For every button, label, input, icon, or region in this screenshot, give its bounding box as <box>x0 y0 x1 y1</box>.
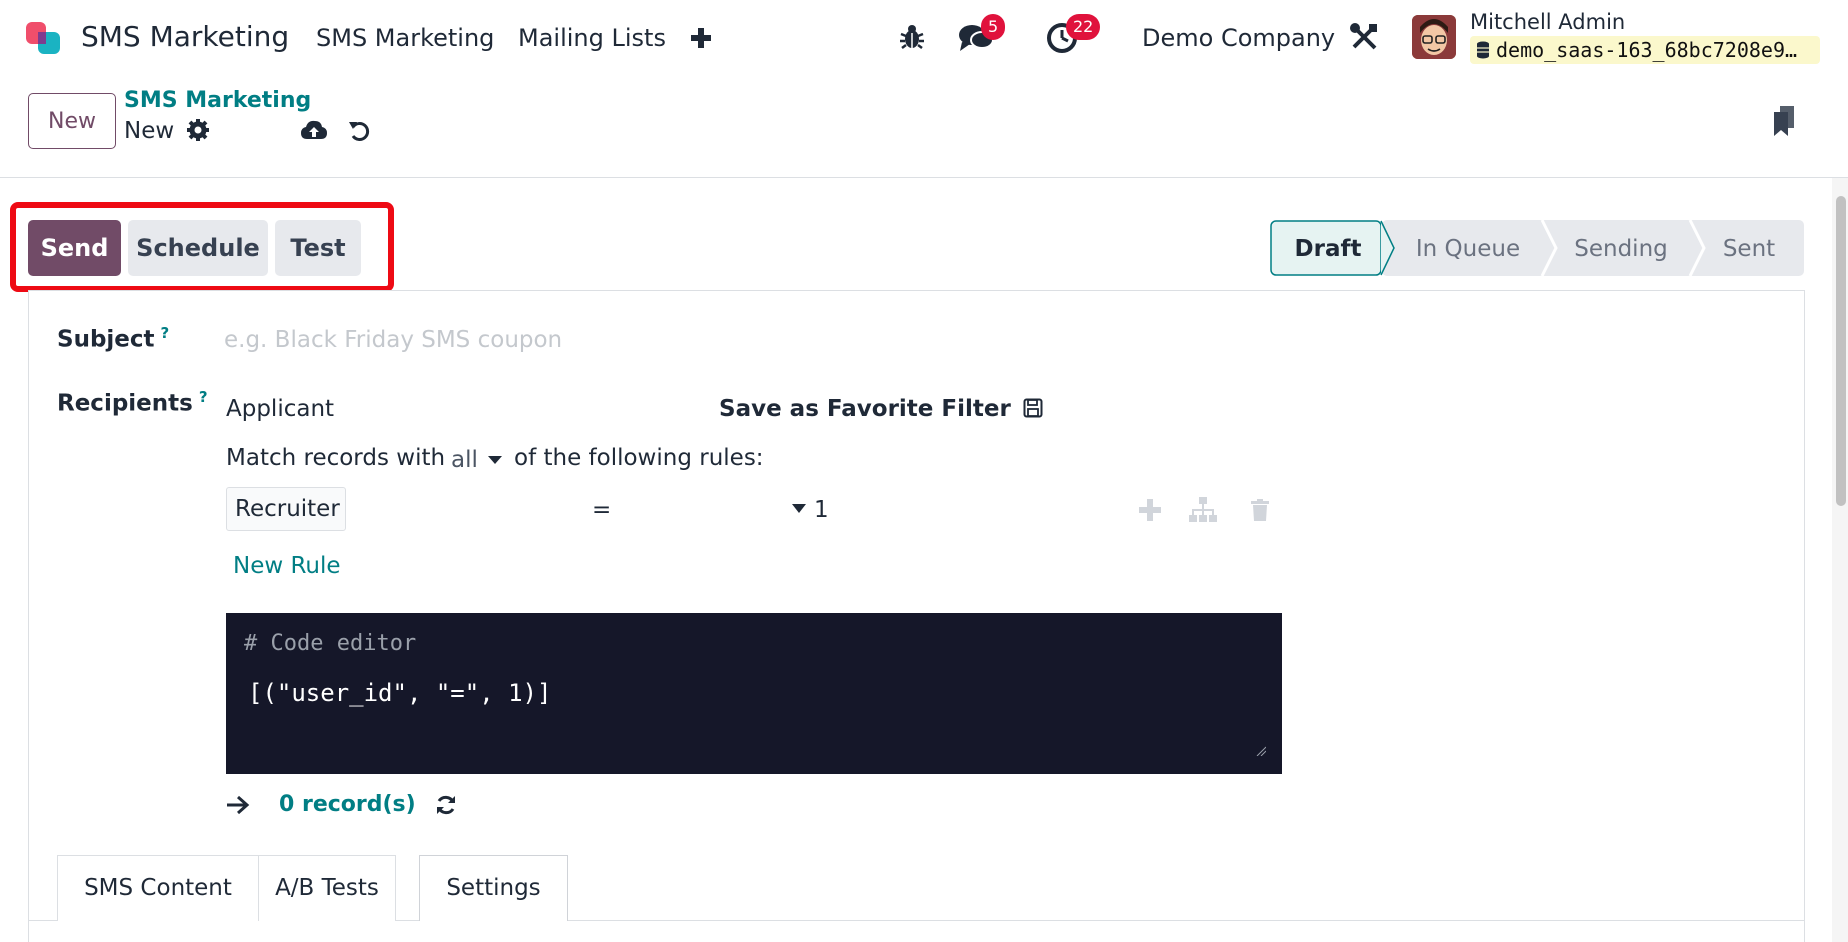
schedule-button[interactable]: Schedule <box>128 220 268 276</box>
control-panel: New SMS Marketing New <box>0 76 1848 178</box>
floppy-disk-icon <box>1023 398 1043 418</box>
arrow-right-icon <box>227 795 250 815</box>
save-favorite-filter[interactable]: Save as Favorite Filter <box>719 396 1043 422</box>
caret-down-icon <box>488 456 503 464</box>
send-button[interactable]: Send <box>28 220 121 276</box>
menu-sms-marketing[interactable]: SMS Marketing <box>316 24 494 52</box>
save-cloud-icon[interactable] <box>300 119 328 143</box>
add-branch-sitemap-icon[interactable] <box>1188 496 1218 524</box>
discard-undo-icon[interactable] <box>348 119 372 143</box>
recipients-label: Recipients? <box>57 388 208 417</box>
match-mode-select[interactable]: all <box>451 447 503 473</box>
activities-badge: 22 <box>1066 14 1101 40</box>
save-favorite-filter-label: Save as Favorite Filter <box>719 396 1011 422</box>
recipients-label-text: Recipients <box>57 390 193 417</box>
match-records-suffix: of the following rules: <box>514 445 764 471</box>
user-avatar[interactable] <box>1412 15 1456 59</box>
add-rule-plus-icon[interactable] <box>1138 498 1162 522</box>
rule-operator[interactable]: = <box>592 497 611 523</box>
subject-input[interactable] <box>224 324 1024 356</box>
stage-in-queue[interactable]: In Queue <box>1416 236 1520 262</box>
status-bar: Draft In Queue Sending Sent <box>1270 220 1804 276</box>
breadcrumb-current-record: New <box>124 118 210 144</box>
database-icon <box>1477 41 1489 59</box>
messages-badge: 5 <box>981 14 1006 40</box>
database-indicator: demo_saas-163_68bc7208e9… <box>1470 36 1820 64</box>
rule-field-recruiter[interactable]: Recruiter <box>226 487 346 531</box>
code-editor-content[interactable]: [("user_id", "=", 1)] <box>248 679 551 707</box>
user-avatar-image <box>1412 15 1456 59</box>
breadcrumb-sms-marketing[interactable]: SMS Marketing <box>124 88 311 113</box>
debug-icon[interactable] <box>898 22 926 52</box>
tab-sms-content[interactable]: SMS Content <box>57 855 259 921</box>
match-mode-value: all <box>451 447 478 473</box>
code-editor[interactable]: # Code editor [("user_id", "=", 1)] <box>226 613 1282 774</box>
stage-sending[interactable]: Sending <box>1574 236 1668 262</box>
database-name: demo_saas-163_68bc7208e9… <box>1496 38 1798 62</box>
match-records-prefix: Match records with <box>226 445 446 471</box>
plus-icon[interactable] <box>686 18 716 56</box>
code-editor-comment: # Code editor <box>244 631 417 656</box>
tab-settings[interactable]: Settings <box>419 855 568 921</box>
rule-value[interactable]: 1 <box>814 497 829 523</box>
company-switcher[interactable]: Demo Company <box>1142 24 1335 52</box>
recipients-help-tooltip[interactable]: ? <box>199 388 208 406</box>
recipients-model[interactable]: Applicant <box>226 396 334 422</box>
resize-handle-icon[interactable] <box>1256 746 1266 756</box>
settings-tools-icon[interactable] <box>1349 22 1379 52</box>
new-record-button[interactable]: New <box>28 93 116 149</box>
gear-icon[interactable] <box>187 119 210 141</box>
user-name[interactable]: Mitchell Admin <box>1470 10 1625 34</box>
subject-help-tooltip[interactable]: ? <box>161 324 170 342</box>
test-button[interactable]: Test <box>275 220 361 276</box>
menu-mailing-lists[interactable]: Mailing Lists <box>518 24 666 52</box>
stage-sent[interactable]: Sent <box>1723 236 1775 262</box>
refresh-icon[interactable] <box>435 794 457 816</box>
app-brand[interactable]: SMS Marketing <box>81 20 289 53</box>
stage-draft[interactable]: Draft <box>1295 236 1362 262</box>
breadcrumb-current-label: New <box>124 118 175 144</box>
delete-trash-icon[interactable] <box>1251 499 1269 521</box>
new-rule-link[interactable]: New Rule <box>233 553 341 579</box>
record-count-link[interactable]: 0 record(s) <box>279 792 416 817</box>
sms-marketing-app-icon[interactable] <box>24 18 68 58</box>
operator-caret-down-icon[interactable] <box>792 504 806 513</box>
tab-ab-tests[interactable]: A/B Tests <box>258 855 396 921</box>
top-navbar: SMS Marketing SMS Marketing Mailing List… <box>0 0 1848 76</box>
subject-label-text: Subject <box>57 326 155 353</box>
bookmark-icon[interactable] <box>1772 106 1796 138</box>
page-scrollbar-thumb[interactable] <box>1836 196 1846 506</box>
subject-label: Subject? <box>57 324 169 353</box>
